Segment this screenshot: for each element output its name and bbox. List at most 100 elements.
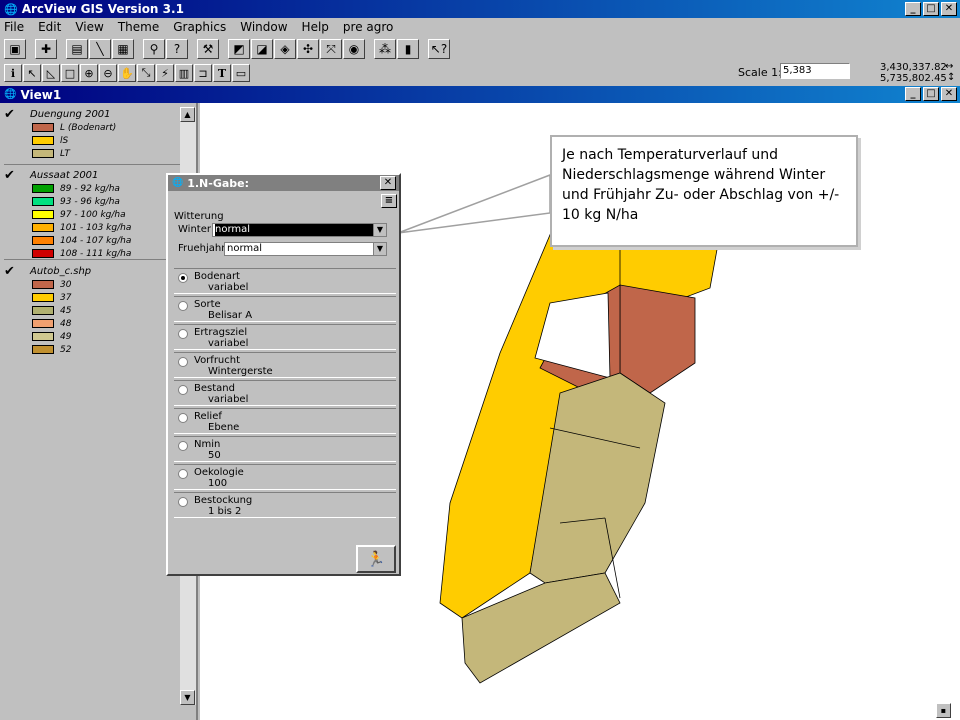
winter-select[interactable]: normal ▼ <box>212 223 387 237</box>
fruehjahr-select[interactable]: normal ▼ <box>224 242 387 256</box>
option-oekologie[interactable]: Oekologie 100 <box>174 464 396 490</box>
legend-group-duengung[interactable]: ✔ Duengung 2001 L (Bodenart) lS LT <box>4 107 180 165</box>
menu-theme[interactable]: Theme <box>118 20 159 34</box>
measure-icon[interactable]: ⤡ <box>137 64 155 82</box>
legend-item: 108 - 111 kg/ha <box>4 247 180 260</box>
legend-item: 89 - 92 kg/ha <box>4 182 180 195</box>
query-icon[interactable]: ? <box>166 39 188 59</box>
radio-button[interactable] <box>178 301 188 311</box>
menu-edit[interactable]: Edit <box>38 20 61 34</box>
identify-icon[interactable]: ℹ <box>4 64 22 82</box>
radio-button[interactable] <box>178 413 188 423</box>
help-icon[interactable]: ↖? <box>428 39 450 59</box>
option-ertragsziel[interactable]: Ertragsziel variabel <box>174 324 396 350</box>
table-icon[interactable]: ▦ <box>112 39 134 59</box>
menu-pre-agro[interactable]: pre agro <box>343 20 393 34</box>
hammer-icon[interactable]: ⚒ <box>197 39 219 59</box>
view-close-button[interactable]: ✕ <box>941 87 957 101</box>
add-theme-icon[interactable]: ✚ <box>35 39 57 59</box>
dialog-close-button[interactable]: ✕ <box>380 176 396 190</box>
select-feature-icon[interactable]: □ <box>61 64 79 82</box>
map-scrollbar[interactable] <box>944 103 960 720</box>
properties-icon[interactable]: ▤ <box>66 39 88 59</box>
map-resize-grip-icon[interactable]: ▪ <box>936 703 951 718</box>
maximize-button[interactable]: □ <box>923 2 939 16</box>
winter-label: Winter <box>178 224 211 235</box>
dialog-menu-button[interactable]: ≡ <box>381 194 397 208</box>
legend-swatch <box>32 332 54 341</box>
label-icon[interactable]: ⊐ <box>194 64 212 82</box>
pan-icon[interactable]: ✋ <box>118 64 136 82</box>
scroll-down-icon[interactable]: ▼ <box>180 690 195 705</box>
legend-item: 97 - 100 kg/ha <box>4 208 180 221</box>
legend-item: 101 - 103 kg/ha <box>4 221 180 234</box>
run-button[interactable]: 🏃 <box>356 545 396 573</box>
legend-group-aussaat[interactable]: ✔ Aussaat 2001 89 - 92 kg/ha 93 - 96 kg/… <box>4 168 180 260</box>
minimize-button[interactable]: _ <box>905 2 921 16</box>
menu-window[interactable]: Window <box>240 20 287 34</box>
pointer-icon[interactable]: ↖ <box>23 64 41 82</box>
option-bestockung[interactable]: Bestockung 1 bis 2 <box>174 492 396 518</box>
text-icon[interactable]: T <box>213 64 231 82</box>
legend-swatch <box>32 236 54 245</box>
radio-button[interactable] <box>178 357 188 367</box>
find-icon[interactable]: ⚲ <box>143 39 165 59</box>
radio-button[interactable] <box>178 469 188 479</box>
option-bodenart[interactable]: Bodenart variabel <box>174 268 396 294</box>
menu-help[interactable]: Help <box>302 20 329 34</box>
save-icon[interactable]: ▣ <box>4 39 26 59</box>
area-select-icon[interactable]: ▥ <box>175 64 193 82</box>
legend-item: 93 - 96 kg/ha <box>4 195 180 208</box>
radio-button[interactable] <box>178 329 188 339</box>
check-icon[interactable]: ✔ <box>4 107 20 122</box>
witterung-label: Witterung <box>174 211 224 222</box>
check-icon[interactable]: ✔ <box>4 264 20 279</box>
select-icon[interactable]: ◩ <box>228 39 250 59</box>
legend-swatch <box>32 184 54 193</box>
legend-swatch <box>32 197 54 206</box>
legend-swatch <box>32 249 54 258</box>
view-minimize-button[interactable]: _ <box>905 87 921 101</box>
vertex-icon[interactable]: ◺ <box>42 64 60 82</box>
previous-extent-icon[interactable]: ◉ <box>343 39 365 59</box>
option-vorfrucht[interactable]: Vorfrucht Wintergerste <box>174 352 396 378</box>
fruehjahr-label: Fruehjahr <box>178 243 226 254</box>
scroll-up-icon[interactable]: ▲ <box>180 107 195 122</box>
legend-title: Autob_c.shp <box>30 265 92 277</box>
legend-item: 37 <box>4 291 180 304</box>
zoom-extent-icon[interactable]: ◈ <box>274 39 296 59</box>
legend-group-autob[interactable]: ✔ Autob_c.shp 30 37 45 48 49 52 <box>4 264 180 356</box>
option-sorte[interactable]: Sorte Belisar A <box>174 296 396 322</box>
draw-icon[interactable]: ▭ <box>232 64 250 82</box>
chevron-down-icon[interactable]: ▼ <box>373 224 386 236</box>
scale-input[interactable]: 5,383 <box>780 63 850 79</box>
radio-button[interactable] <box>178 497 188 507</box>
radio-button[interactable] <box>178 441 188 451</box>
globe-icon: 🌐 <box>4 2 18 16</box>
arrow-right-icon: ↔ <box>945 61 954 72</box>
layout-icon[interactable]: ⁂ <box>374 39 396 59</box>
zoom-in-icon[interactable]: ✣ <box>297 39 319 59</box>
view-maximize-button[interactable]: □ <box>923 87 939 101</box>
legend-title: Duengung 2001 <box>30 108 111 120</box>
check-icon[interactable]: ✔ <box>4 168 20 183</box>
menu-graphics[interactable]: Graphics <box>173 20 226 34</box>
legend-swatch <box>32 319 54 328</box>
option-nmin[interactable]: Nmin 50 <box>174 436 396 462</box>
close-button[interactable]: ✕ <box>941 2 957 16</box>
zoom-in-tool-icon[interactable]: ⊕ <box>80 64 98 82</box>
locate-icon[interactable]: ▮ <box>397 39 419 59</box>
radio-button[interactable] <box>178 273 188 283</box>
chevron-down-icon[interactable]: ▼ <box>373 243 386 255</box>
zoom-out-tool-icon[interactable]: ⊖ <box>99 64 117 82</box>
option-bestand[interactable]: Bestand variabel <box>174 380 396 406</box>
edit-legend-icon[interactable]: ╲ <box>89 39 111 59</box>
menu-view[interactable]: View <box>75 20 103 34</box>
select-all-icon[interactable]: ◪ <box>251 39 273 59</box>
radio-button[interactable] <box>178 385 188 395</box>
zoom-out-icon[interactable]: ⤧ <box>320 39 342 59</box>
hotlink-icon[interactable]: ⚡ <box>156 64 174 82</box>
legend-swatch <box>32 136 54 145</box>
option-relief[interactable]: Relief Ebene <box>174 408 396 434</box>
menu-file[interactable]: File <box>4 20 24 34</box>
